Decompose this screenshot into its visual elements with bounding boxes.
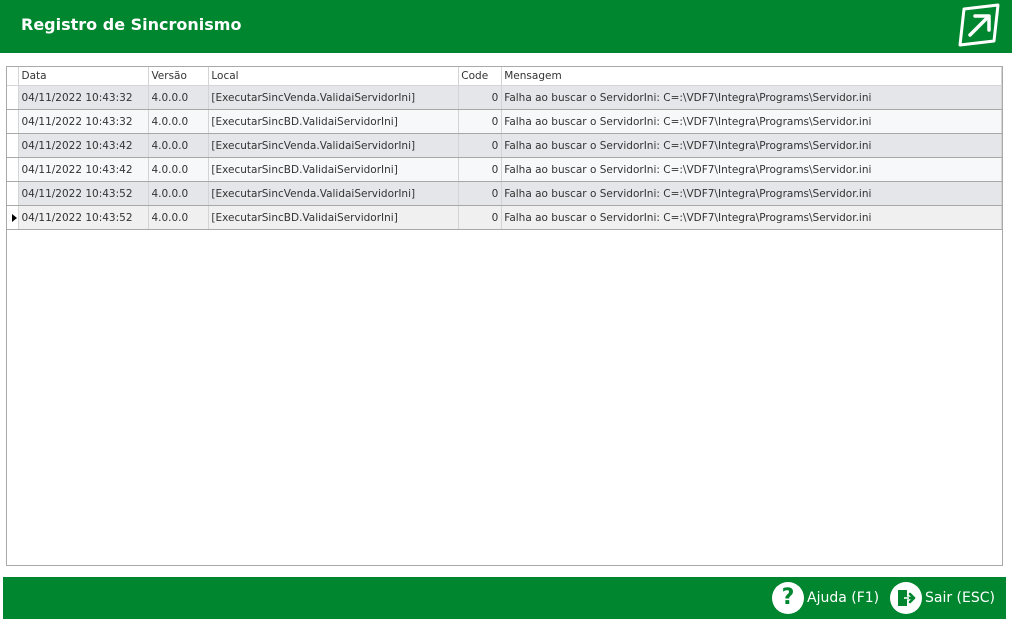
table-row[interactable]: 04/11/2022 10:43:52 4.0.0.0 [ExecutarSin… — [7, 181, 1002, 206]
help-button[interactable]: ? Ajuda (F1) — [772, 582, 879, 614]
row-indicator — [7, 85, 20, 110]
cell-versao: 4.0.0.0 — [148, 109, 210, 134]
cell-code: 0 — [458, 157, 503, 182]
cell-versao: 4.0.0.0 — [148, 205, 210, 230]
cell-mensagem: Falha ao buscar o ServidorIni: C=:\VDF7\… — [501, 205, 1002, 230]
cell-data: 04/11/2022 10:43:42 — [18, 157, 150, 182]
exit-button[interactable]: Sair (ESC) — [890, 582, 995, 614]
row-indicator-header — [7, 67, 20, 86]
column-header-mensagem[interactable]: Mensagem — [501, 67, 1002, 86]
sync-log-table: Data Versão Local Code Mensagem 04/11/20… — [7, 67, 1002, 230]
cell-mensagem: Falha ao buscar o ServidorIni: C=:\VDF7\… — [501, 181, 1002, 206]
cell-data: 04/11/2022 10:43:32 — [18, 85, 150, 110]
exit-door-icon — [890, 582, 922, 614]
cell-code: 0 — [458, 85, 503, 110]
table-row[interactable]: 04/11/2022 10:43:42 4.0.0.0 [ExecutarSin… — [7, 157, 1002, 182]
cell-data: 04/11/2022 10:43:42 — [18, 133, 150, 158]
app-logo-icon — [958, 3, 1000, 47]
cell-code: 0 — [458, 109, 503, 134]
cell-mensagem: Falha ao buscar o ServidorIni: C=:\VDF7\… — [501, 133, 1002, 158]
row-indicator — [7, 157, 20, 182]
cell-versao: 4.0.0.0 — [148, 85, 210, 110]
table-row[interactable]: 04/11/2022 10:43:32 4.0.0.0 [ExecutarSin… — [7, 85, 1002, 110]
cell-code: 0 — [458, 181, 503, 206]
cell-local: [ExecutarSincBD.ValidaiServidorIni] — [208, 157, 460, 182]
cell-local: [ExecutarSincVenda.ValidaiServidorIni] — [208, 85, 460, 110]
cell-local: [ExecutarSincVenda.ValidaiServidorIni] — [208, 181, 460, 206]
row-indicator — [7, 133, 20, 158]
title-bar: Registro de Sincronismo — [0, 0, 1012, 53]
cell-code: 0 — [458, 205, 503, 230]
exit-button-label: Sair (ESC) — [925, 590, 995, 606]
cell-local: [ExecutarSincVenda.ValidaiServidorIni] — [208, 133, 460, 158]
column-header-data[interactable]: Data — [18, 67, 150, 86]
cell-mensagem: Falha ao buscar o ServidorIni: C=:\VDF7\… — [501, 109, 1002, 134]
question-icon: ? — [772, 582, 804, 614]
cell-versao: 4.0.0.0 — [148, 133, 210, 158]
table-row[interactable]: 04/11/2022 10:43:32 4.0.0.0 [ExecutarSin… — [7, 109, 1002, 134]
header-row: Data Versão Local Code Mensagem — [7, 67, 1002, 86]
help-button-label: Ajuda (F1) — [807, 590, 880, 606]
window-title: Registro de Sincronismo — [21, 15, 242, 34]
row-indicator — [7, 181, 20, 206]
cell-data: 04/11/2022 10:43:32 — [18, 109, 150, 134]
column-header-versao[interactable]: Versão — [148, 67, 210, 86]
table-row[interactable]: 04/11/2022 10:43:42 4.0.0.0 [ExecutarSin… — [7, 133, 1002, 158]
sync-log-grid[interactable]: Data Versão Local Code Mensagem 04/11/20… — [6, 66, 1003, 566]
cell-data: 04/11/2022 10:43:52 — [18, 205, 150, 230]
cell-versao: 4.0.0.0 — [148, 181, 210, 206]
cell-local: [ExecutarSincBD.ValidaiServidorIni] — [208, 205, 460, 230]
cell-mensagem: Falha ao buscar o ServidorIni: C=:\VDF7\… — [501, 157, 1002, 182]
column-header-local[interactable]: Local — [208, 67, 460, 86]
column-header-code[interactable]: Code — [458, 67, 503, 86]
cell-versao: 4.0.0.0 — [148, 157, 210, 182]
cell-data: 04/11/2022 10:43:52 — [18, 181, 150, 206]
row-indicator — [7, 205, 20, 230]
current-row-arrow-icon — [12, 213, 17, 222]
table-row-selected[interactable]: 04/11/2022 10:43:52 4.0.0.0 [ExecutarSin… — [7, 205, 1002, 230]
cell-local: [ExecutarSincBD.ValidaiServidorIni] — [208, 109, 460, 134]
cell-mensagem: Falha ao buscar o ServidorIni: C=:\VDF7\… — [501, 85, 1002, 110]
row-indicator — [7, 109, 20, 134]
cell-code: 0 — [458, 133, 503, 158]
footer-bar: ? Ajuda (F1) Sair (ESC) — [3, 577, 1006, 619]
